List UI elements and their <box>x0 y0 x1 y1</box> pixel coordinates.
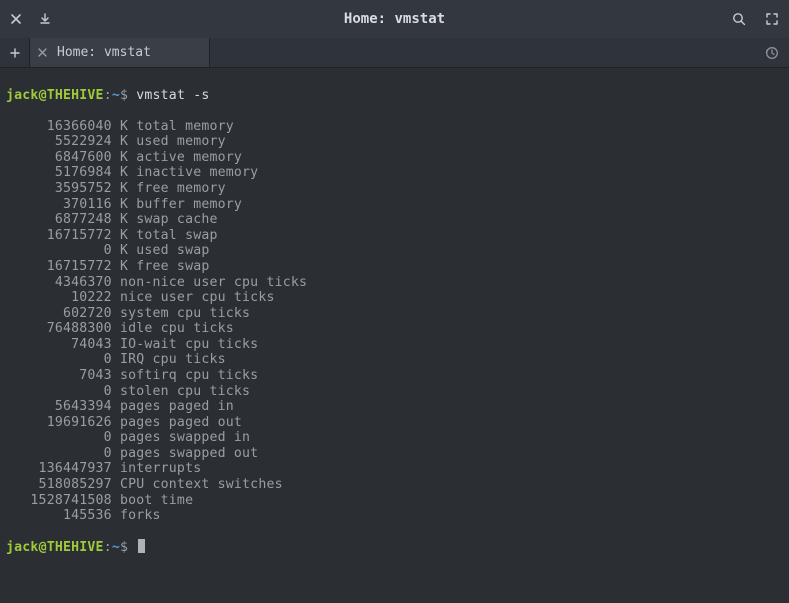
tab-active[interactable]: Home: vmstat <box>30 38 210 67</box>
search-icon[interactable] <box>731 11 747 27</box>
output-line: 16715772 K total swap <box>6 228 783 244</box>
output-line: 518085297 CPU context switches <box>6 477 783 493</box>
cursor <box>138 539 145 553</box>
prompt-dollar: $ <box>120 88 128 103</box>
tab-bar: Home: vmstat <box>0 38 789 68</box>
output-line: 76488300 idle cpu ticks <box>6 321 783 337</box>
output-line: 16366040 K total memory <box>6 119 783 135</box>
prompt-dollar: $ <box>120 540 128 555</box>
output-line: 370116 K buffer memory <box>6 197 783 213</box>
tab-close-icon[interactable] <box>38 48 47 57</box>
output-line: 7043 softirq cpu ticks <box>6 368 783 384</box>
prompt-at: @ <box>39 88 47 103</box>
new-tab-button[interactable] <box>0 38 30 67</box>
output-line: 6847600 K active memory <box>6 150 783 166</box>
command-output: 16366040 K total memory 5522924 K used m… <box>6 119 783 524</box>
output-line: 6877248 K swap cache <box>6 212 783 228</box>
prompt-path: ~ <box>112 88 120 103</box>
output-line: 602720 system cpu ticks <box>6 306 783 322</box>
history-button[interactable] <box>755 38 789 67</box>
prompt-sep: : <box>104 540 112 555</box>
prompt-sep: : <box>104 88 112 103</box>
output-line: 10222 nice user cpu ticks <box>6 290 783 306</box>
fullscreen-icon[interactable] <box>765 12 779 26</box>
output-line: 0 K used swap <box>6 243 783 259</box>
output-line: 0 IRQ cpu ticks <box>6 352 783 368</box>
terminal-viewport[interactable]: jack@THEHIVE:~$ vmstat -s 16366040 K tot… <box>0 68 789 576</box>
prompt-line: jack@THEHIVE:~$ vmstat -s <box>6 88 783 104</box>
window-title: Home: vmstat <box>0 11 789 27</box>
close-icon[interactable] <box>10 13 22 25</box>
output-line: 0 stolen cpu ticks <box>6 384 783 400</box>
output-line: 4346370 non-nice user cpu ticks <box>6 275 783 291</box>
prompt-host: THEHIVE <box>47 540 104 555</box>
output-line: 0 pages swapped in <box>6 430 783 446</box>
output-line: 5176984 K inactive memory <box>6 165 783 181</box>
output-line: 136447937 interrupts <box>6 461 783 477</box>
prompt-line-2: jack@THEHIVE:~$ <box>6 539 783 556</box>
prompt-user: jack <box>6 88 39 103</box>
command-text: vmstat -s <box>136 88 209 103</box>
download-icon[interactable] <box>38 12 52 26</box>
output-line: 0 pages swapped out <box>6 446 783 462</box>
prompt-at: @ <box>39 540 47 555</box>
prompt-host: THEHIVE <box>47 88 104 103</box>
tab-label: Home: vmstat <box>57 45 151 60</box>
output-line: 1528741508 boot time <box>6 493 783 509</box>
output-line: 5522924 K used memory <box>6 134 783 150</box>
output-line: 5643394 pages paged in <box>6 399 783 415</box>
window-titlebar: Home: vmstat <box>0 0 789 38</box>
output-line: 16715772 K free swap <box>6 259 783 275</box>
output-line: 74043 IO-wait cpu ticks <box>6 337 783 353</box>
output-line: 19691626 pages paged out <box>6 415 783 431</box>
output-line: 3595752 K free memory <box>6 181 783 197</box>
prompt-path: ~ <box>112 540 120 555</box>
output-line: 145536 forks <box>6 508 783 524</box>
prompt-user: jack <box>6 540 39 555</box>
